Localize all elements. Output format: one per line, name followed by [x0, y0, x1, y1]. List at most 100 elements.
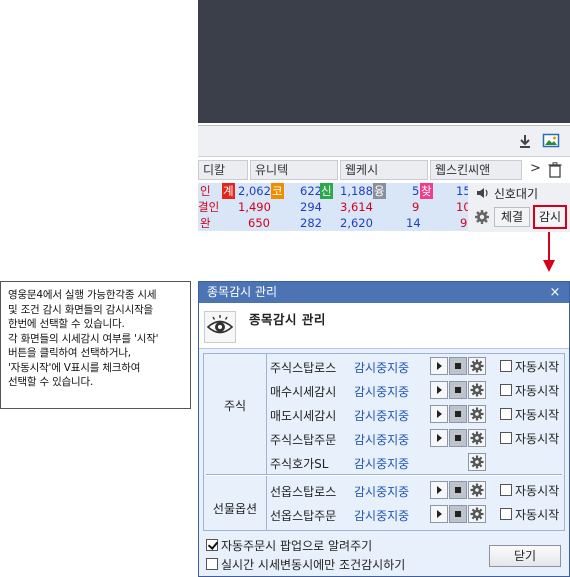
- stop-button[interactable]: [449, 357, 467, 375]
- callout-line: 버튼을 클릭하여 선택하거나,: [8, 347, 131, 359]
- close-button[interactable]: 닫기: [489, 545, 561, 567]
- ticker-value: 282: [300, 216, 322, 230]
- market-badge: 찾: [420, 183, 433, 199]
- monitor-name: 주식스탑주문: [270, 433, 337, 447]
- dialog-heading: 종목감시 관리: [249, 312, 326, 327]
- ticker-value: 2,620: [340, 216, 373, 230]
- stop-button[interactable]: [449, 429, 467, 447]
- group-label-stock: 주식: [223, 399, 247, 413]
- settings-button[interactable]: [468, 357, 486, 375]
- start-button[interactable]: [430, 481, 448, 499]
- toolbar-strip: [198, 125, 570, 157]
- market-badge: 융: [373, 183, 386, 199]
- dialog-header: 종목감시 관리: [199, 303, 569, 349]
- scroll-right-chevron[interactable]: >: [530, 161, 541, 176]
- callout-arrow-line: [548, 232, 550, 262]
- stock-header-cell[interactable]: 웹스킨씨앤: [430, 160, 522, 180]
- gear-icon: [470, 507, 484, 521]
- market-badge: 코: [271, 183, 284, 199]
- settings-button[interactable]: [468, 429, 486, 447]
- monitor-name: 주식스탑로스: [270, 361, 337, 375]
- start-button[interactable]: [430, 505, 448, 523]
- auto-start-label: 자동시작: [515, 432, 560, 446]
- download-icon[interactable]: [516, 132, 534, 150]
- ticker-row[interactable]: 완 650 282 2,620 14 9: [198, 215, 468, 231]
- callout-line: 한번에 선택할 수 있습니다.: [8, 318, 125, 330]
- monitor-status: 감시중지중: [354, 385, 410, 399]
- realtime-only-label: 실시간 시세변동시에만 조건감시하기: [221, 558, 406, 572]
- ticker-price: 1,490: [238, 200, 271, 214]
- checkbox-box[interactable]: [500, 360, 512, 372]
- auto-start-checkbox[interactable]: 자동시작: [500, 406, 559, 422]
- app-window-crop: 디칼 유니텍 웹케시 웹스킨씨앤 > 인 계 2,062 코 622 신 1,1…: [198, 0, 570, 232]
- monitor-name: 주식호가SL: [270, 457, 329, 471]
- checkbox-box[interactable]: [500, 384, 512, 396]
- checkbox-box[interactable]: [500, 508, 512, 520]
- realtime-only-option[interactable]: 실시간 시세변동시에만 조건감시하기: [206, 556, 405, 573]
- ticker-rows: 인 계 2,062 코 622 신 1,188 융 5 찾 15 결인 1,49…: [198, 183, 471, 231]
- trash-icon[interactable]: [548, 162, 562, 178]
- checkbox-box[interactable]: [206, 558, 218, 570]
- ticker-price: 2,062: [238, 184, 271, 198]
- auto-start-checkbox[interactable]: 자동시작: [500, 358, 559, 374]
- monitor-row-stock-stop-order: 주식스탑주문 감시중지중 자동시작: [268, 428, 562, 452]
- auto-start-checkbox[interactable]: 자동시작: [500, 482, 559, 498]
- popup-notify-option[interactable]: 자동주문시 팝업으로 알려주기: [206, 537, 372, 554]
- checkbox-box[interactable]: [206, 539, 218, 551]
- ticker-price: 650: [248, 216, 270, 230]
- image-icon[interactable]: [542, 132, 560, 150]
- monitor-status: 감시중지중: [354, 433, 410, 447]
- stock-header-cell[interactable]: 웹케시: [340, 160, 428, 180]
- monitor-row-futures-stoploss: 선옵스탑로스 감시중지중 자동시작: [268, 480, 562, 504]
- signal-wait-label: 신호대기: [493, 187, 538, 201]
- monitor-status: 감시중지중: [354, 409, 410, 423]
- stop-button[interactable]: [449, 481, 467, 499]
- callout-line: 영웅문4에서 실행 가능한각종 시세: [8, 289, 157, 301]
- ticker-value: 9: [412, 200, 420, 214]
- settings-button[interactable]: [468, 481, 486, 499]
- gear-icon[interactable]: [474, 209, 490, 225]
- ticker-value: 3,614: [340, 200, 373, 214]
- ticker-value: 294: [300, 200, 322, 214]
- settings-button[interactable]: [468, 381, 486, 399]
- group-label-futures: 선물옵션: [212, 502, 258, 516]
- start-button[interactable]: [430, 357, 448, 375]
- checkbox-box[interactable]: [500, 484, 512, 496]
- speaker-icon: [477, 188, 488, 198]
- dialog-title: 종목감시 관리: [207, 285, 278, 299]
- start-button[interactable]: [430, 429, 448, 447]
- auto-start-checkbox[interactable]: 자동시작: [500, 506, 559, 522]
- checkbox-box[interactable]: [500, 432, 512, 444]
- monitor-button[interactable]: 감시: [533, 205, 567, 229]
- execution-button[interactable]: 체결: [494, 207, 530, 227]
- ticker-row[interactable]: 결인 1,490 294 3,614 9 10: [198, 199, 471, 215]
- close-icon[interactable]: ×: [547, 282, 563, 303]
- stop-button[interactable]: [449, 505, 467, 523]
- settings-button[interactable]: [468, 505, 486, 523]
- monitor-row-sell-price: 매도시세감시 감시중지중 자동시작: [268, 404, 562, 428]
- ticker-value: 14: [406, 216, 421, 230]
- monitor-status: 감시중지중: [354, 485, 410, 499]
- start-button[interactable]: [430, 405, 448, 423]
- stop-button[interactable]: [449, 381, 467, 399]
- settings-button[interactable]: [468, 405, 486, 423]
- ticker-name: 결인: [198, 200, 220, 214]
- auto-start-label: 자동시작: [515, 360, 560, 374]
- auto-start-checkbox[interactable]: 자동시작: [500, 430, 559, 446]
- start-button[interactable]: [430, 381, 448, 399]
- stop-button[interactable]: [449, 405, 467, 423]
- monitor-row-futures-stop-order: 선옵스탑주문 감시중지중 자동시작: [268, 504, 562, 528]
- signal-wait-button[interactable]: 신호대기: [476, 185, 538, 203]
- settings-button[interactable]: [468, 453, 486, 471]
- monitor-name: 매수시세감시: [270, 385, 337, 399]
- stock-header-row: 디칼 유니텍 웹케시 웹스킨씨앤 >: [198, 158, 570, 182]
- ticker-row[interactable]: 인 계 2,062 코 622 신 1,188 융 5 찾 15: [198, 183, 471, 199]
- auto-start-checkbox[interactable]: 자동시작: [500, 382, 559, 398]
- stock-header-cell[interactable]: 유니텍: [250, 160, 338, 180]
- callout-line: 선택할 수 있습니다.: [8, 376, 94, 388]
- dialog-titlebar[interactable]: 종목감시 관리 ×: [199, 282, 569, 303]
- gear-icon: [470, 455, 484, 469]
- stock-header-cell[interactable]: 디칼: [198, 160, 248, 180]
- checkbox-box[interactable]: [500, 408, 512, 420]
- market-badge: 신: [320, 183, 333, 199]
